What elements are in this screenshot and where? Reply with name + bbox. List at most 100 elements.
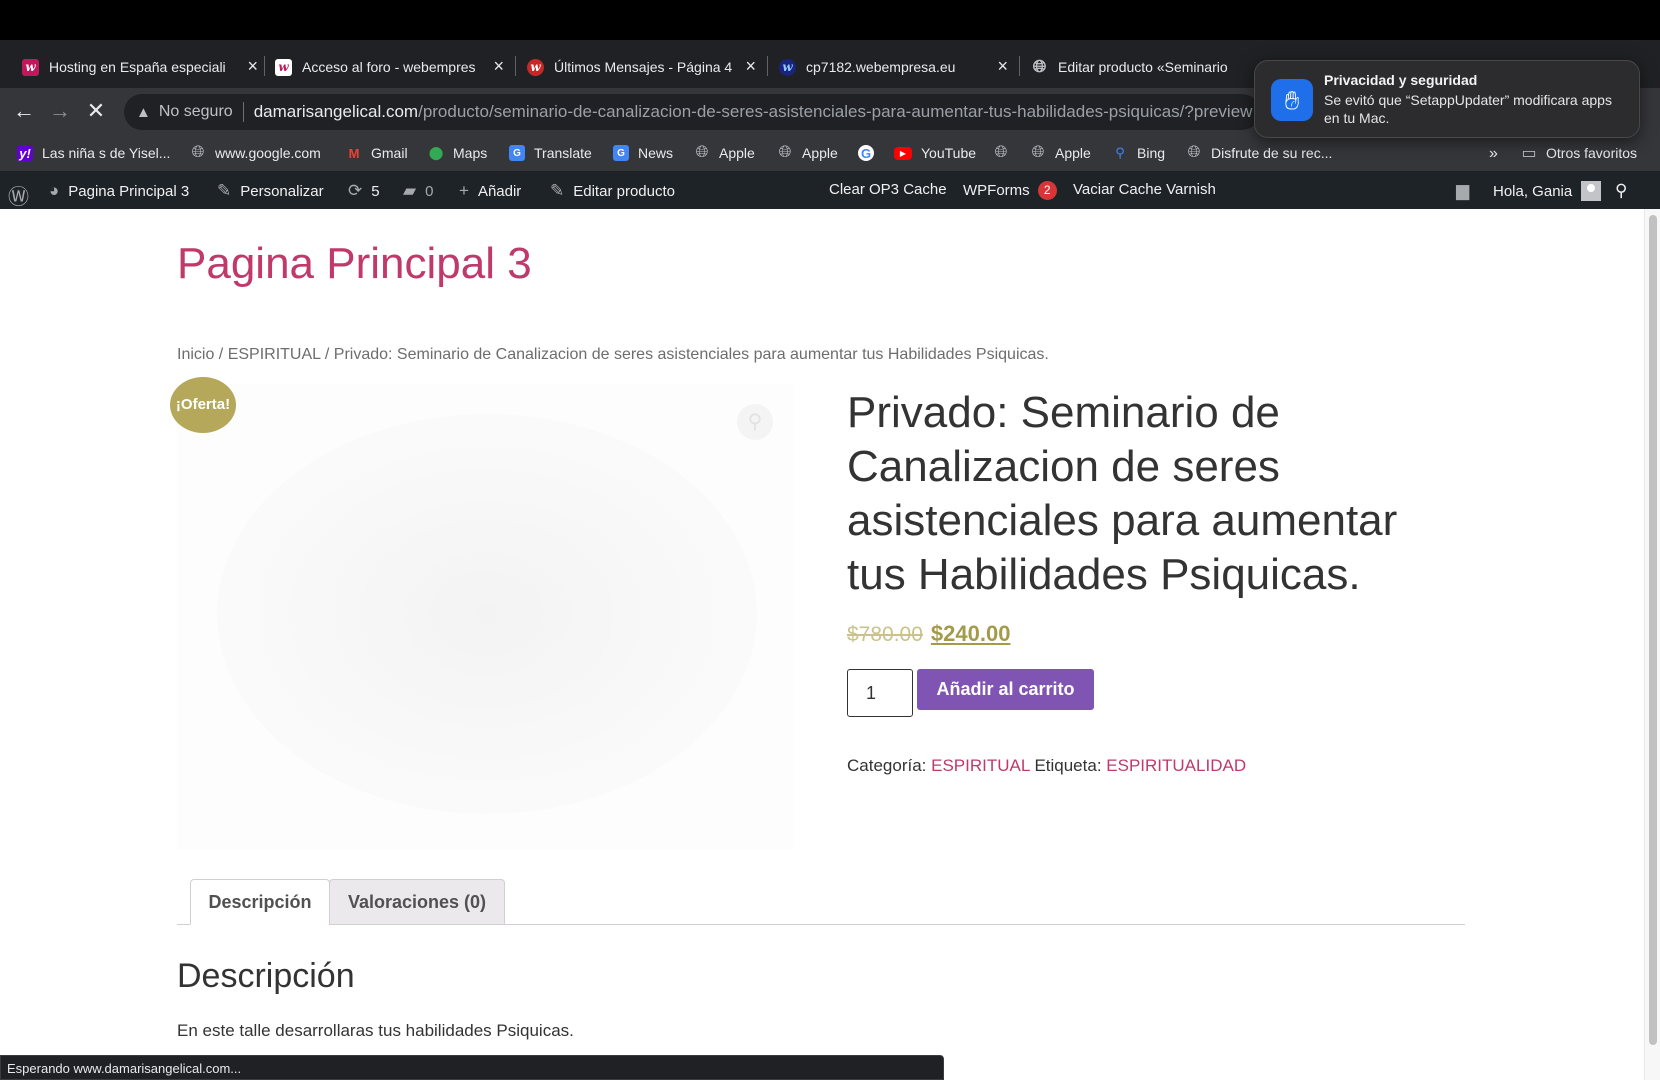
close-tab-icon[interactable]: × [745,57,756,75]
warning-triangle-icon: ▲ [136,103,151,121]
bookmark-item[interactable]: G News [613,145,673,161]
back-arrow-icon[interactable]: ← [10,98,38,124]
browser-tab-3[interactable]: w Últimos Mensajes - Página 4 × [527,48,756,86]
bookmark-item[interactable]: 🌐︎ Disfrute de su rec... [1186,144,1333,161]
sale-price: $240.00 [930,621,1011,646]
close-tab-icon[interactable]: × [493,57,504,75]
stop-loading-icon[interactable]: ✕ [82,98,110,124]
adminbar-add-new[interactable]: + Añadir [459,181,521,201]
bookmark-item[interactable]: 🌐︎ Apple [1030,144,1091,161]
bookmark-item[interactable]: 🌐︎ Apple [694,144,755,161]
adminbar-varnish[interactable]: Vaciar Cache Varnish [1073,181,1216,198]
other-bookmarks-folder[interactable]: ▭ Otros favoritos [1521,145,1637,162]
page-scrollbar[interactable] [1644,209,1660,1080]
bookmark-label: News [638,145,674,161]
address-bar[interactable]: ▲ No seguro damarisangelical.com /produc… [124,94,1260,130]
bookmark-label: Bing [1137,145,1166,161]
notes-icon: ▆ [1456,181,1470,200]
adminbar-customize[interactable]: ✎ Personalizar [217,181,324,201]
adminbar-edit-product[interactable]: ✎ Editar producto [550,181,675,201]
avatar [1581,181,1602,201]
bookmark-item[interactable]: 🌐︎ Apple [777,144,838,161]
regular-price: $780.00 [847,623,923,646]
bookmark-label: Apple [719,145,755,161]
address-divider [242,102,244,122]
product-title: Privado: Seminario de Canalizacion de se… [847,388,1398,599]
wordpress-logo-icon[interactable]: Ⓦ [8,181,29,211]
quantity-input[interactable] [847,669,913,717]
bookmark-label: Gmail [371,145,408,161]
news-icon: G [613,145,629,161]
bookmark-item[interactable]: 🌐︎ [993,144,1018,161]
globe-icon: 🌐︎ [1032,57,1047,76]
close-tab-icon[interactable]: × [997,57,1008,75]
browser-tab-1[interactable]: w Hosting en España especiali × [22,48,258,86]
webempresa-icon: w [779,58,796,76]
translate-icon: G [509,145,525,161]
adminbar-search-icon[interactable]: ⚲ [1615,181,1627,201]
description-text: En este talle desarrollaras tus habilida… [177,1021,574,1040]
bookmark-item[interactable]: ⬤ Maps [428,145,488,161]
bookmark-item[interactable]: M Gmail [346,145,408,161]
adminbar-wpforms[interactable]: WPForms 2 [963,181,1057,200]
bookmark-item[interactable]: ⚲ Bing [1112,145,1165,161]
bookmark-label: Disfrute de su rec... [1211,145,1333,161]
product-tabs: Descripción Valoraciones (0) [177,879,1465,925]
tab-separator [1019,56,1020,76]
breadcrumb[interactable]: Inicio / ESPIRITUAL / Privado: Seminario… [177,346,1049,364]
security-indicator[interactable]: No seguro [159,103,233,121]
forward-arrow-icon[interactable]: → [46,98,74,124]
adminbar-label: WPForms [963,182,1030,199]
globe-icon: 🌐︎ [695,144,709,161]
notification-body: Se evitó que “SetappUpdater” modificara … [1324,92,1612,126]
adminbar-notes[interactable]: ▆ [1456,181,1469,201]
adminbar-label: Personalizar [240,182,324,200]
tab-reviews[interactable]: Valoraciones (0) [329,879,505,925]
adminbar-comments[interactable]: ▰ 0 [403,181,433,201]
hand-stop-icon: ✋︎ [1271,79,1313,121]
globe-icon: 🌐︎ [1187,144,1201,161]
site-title[interactable]: Pagina Principal 3 [177,239,532,289]
bookmark-item[interactable]: ▶ YouTube [894,145,976,161]
bookmark-label: Apple [802,145,838,161]
browser-tab-4[interactable]: w cp7182.webempresa.eu × [779,48,1008,86]
bookmarks-bar: y! Las niña s de Yisel... 🌐︎ www.google.co… [0,136,1660,172]
browser-tab-2[interactable]: w Acceso al foro - webempres × [275,48,504,86]
product-price: $780.00 $240.00 [847,621,1010,647]
bookmark-item[interactable]: 🌐︎ www.google.com [190,144,321,161]
bookmark-item[interactable]: y! Las niña s de Yisel... [17,145,170,161]
category-label: Categoría: [847,756,927,775]
browser-tab-5[interactable]: 🌐︎ Editar producto «Seminario [1031,48,1256,86]
tag-link[interactable]: ESPIRITUALIDAD [1106,756,1246,775]
tab-description[interactable]: Descripción [190,879,330,925]
pencil-icon: ✎ [550,181,565,200]
bookmark-label: Las niña s de Yisel... [42,145,171,161]
scrollbar-thumb[interactable] [1649,215,1657,1045]
paintbrush-icon: ✎ [217,181,232,200]
bookmarks-overflow-button[interactable]: » [1489,145,1498,163]
adminbar-label: Añadir [477,182,522,200]
category-link[interactable]: ESPIRITUAL [931,756,1030,775]
product-image[interactable]: ⚲ [177,384,794,849]
bookmark-item[interactable]: G [858,145,883,161]
tab-title: Editar producto «Seminario [1058,59,1228,75]
webempresa-icon: w [275,58,292,76]
system-notification[interactable]: ✋︎ Privacidad y seguridad Se evitó que “… [1254,60,1640,138]
comment-bubble-icon: ▰ [403,181,417,200]
adminbar-account[interactable]: Hola, Gania [1493,181,1602,201]
adminbar-clear-cache[interactable]: Clear OP3 Cache [829,181,947,198]
adminbar-site-link[interactable]: ◕ Pagina Principal 3 [49,181,189,201]
google-icon: G [858,145,874,161]
add-to-cart-button[interactable]: Añadir al carrito [917,669,1094,710]
product-meta: Categoría: ESPIRITUAL Etiqueta: ESPIRITU… [847,756,1246,776]
adminbar-label: Pagina Principal 3 [68,182,190,200]
bookmark-item[interactable]: G Translate [509,145,592,161]
gmail-icon: M [348,145,360,161]
description-heading: Descripción [177,957,355,995]
zoom-icon[interactable]: ⚲ [737,404,773,440]
tab-separator [767,56,768,76]
adminbar-updates[interactable]: ⟳ 5 [348,181,380,201]
close-tab-icon[interactable]: × [247,57,258,75]
updates-count: 5 [371,182,380,200]
wp-admin-bar: Ⓦ ◕ Pagina Principal 3 ✎ Personalizar ⟳ 5 ▰… [0,172,1660,209]
